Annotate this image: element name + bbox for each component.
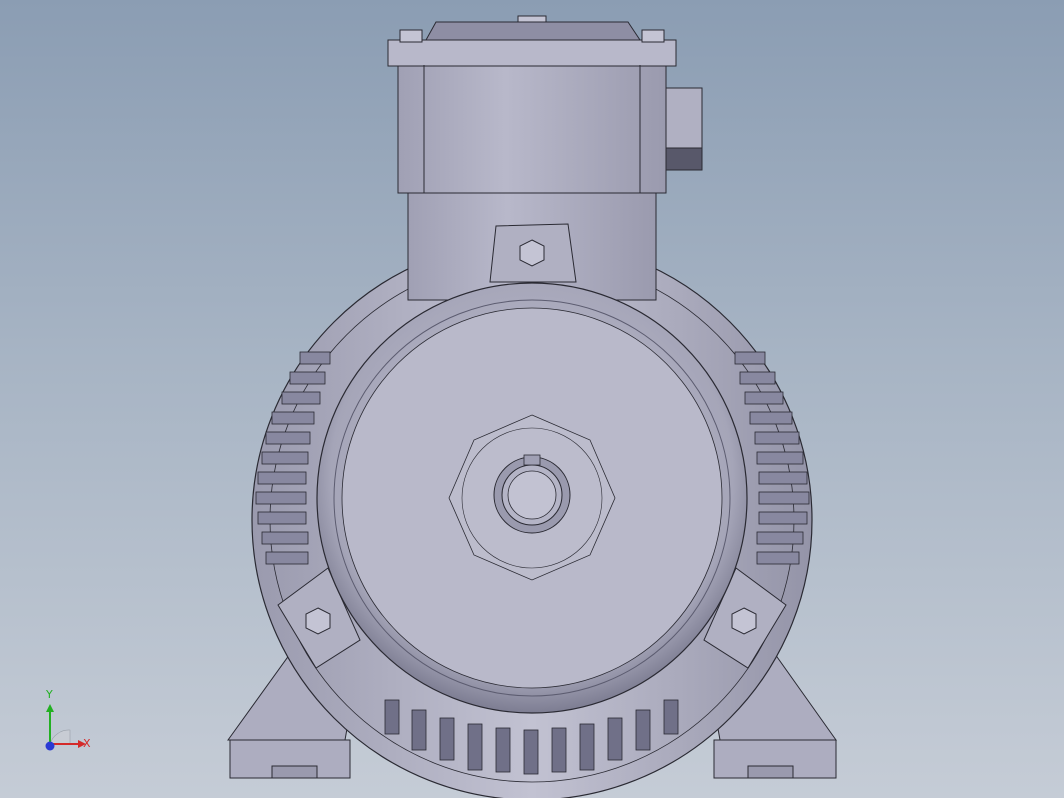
coordinate-triad: X Y	[45, 688, 91, 751]
graphics-viewport[interactable]: X Y	[0, 0, 1064, 798]
mounting-lug-top	[489, 223, 577, 283]
z-axis-dot	[45, 741, 55, 751]
motor-model[interactable]	[0, 0, 1064, 798]
x-axis-label: X	[83, 737, 91, 750]
triad-quadrant	[49, 729, 71, 745]
cable-gland	[665, 87, 703, 171]
y-axis-label: Y	[45, 688, 53, 701]
terminal-box	[387, 15, 677, 194]
